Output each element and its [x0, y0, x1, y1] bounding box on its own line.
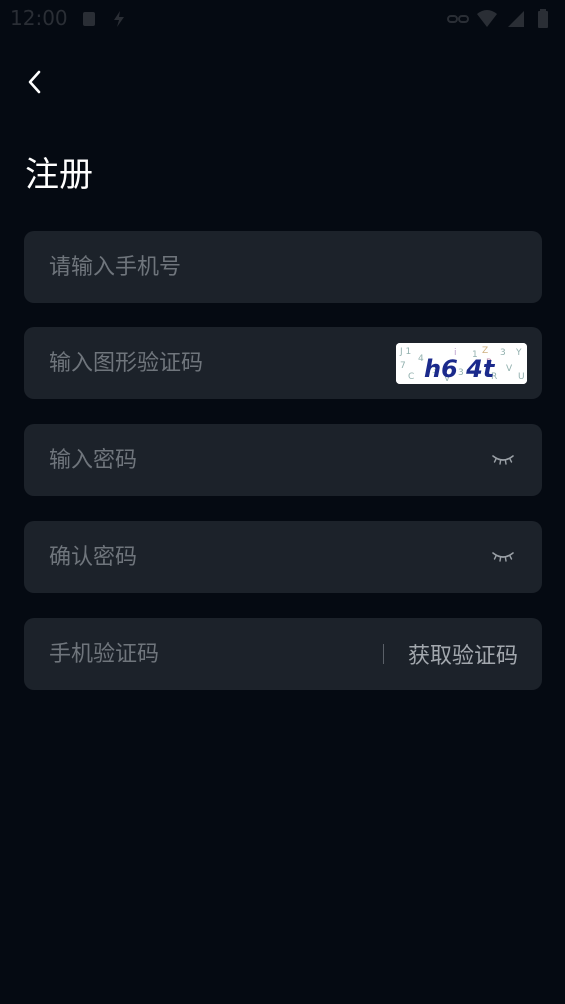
captcha-input[interactable]: [24, 327, 396, 399]
field-divider: [382, 644, 384, 664]
eye-closed-icon: [492, 552, 514, 562]
confirm-password-visibility-toggle[interactable]: [488, 542, 518, 572]
password-field-container: [24, 424, 542, 496]
back-button[interactable]: [14, 62, 54, 102]
confirm-password-field-container: [24, 521, 542, 593]
svg-text:C: C: [408, 372, 414, 382]
password-input[interactable]: [24, 424, 488, 496]
eye-closed-icon: [492, 455, 514, 465]
status-time: 12:00: [10, 6, 68, 30]
wifi-icon: [477, 9, 497, 27]
page-title: 注册: [25, 155, 93, 195]
svg-text:3: 3: [500, 348, 506, 358]
svg-text:7: 7: [400, 361, 406, 371]
svg-text:V: V: [506, 364, 513, 374]
battery-icon: [537, 9, 555, 28]
phone-field-container: [24, 231, 542, 303]
link-icon: [447, 9, 469, 27]
captcha-image[interactable]: J 1 7 C 4 i 3 1 Z R R 3 V Y U 3 V h6 4t: [396, 342, 527, 384]
signal-icon: [507, 9, 525, 27]
status-bar: 12:00: [0, 0, 565, 36]
svg-text:J 1: J 1: [399, 347, 411, 357]
svg-text:Y: Y: [515, 348, 522, 358]
sms-code-field-container: 获取验证码: [24, 618, 542, 690]
captcha-field-container: J 1 7 C 4 i 3 1 Z R R 3 V Y U 3 V h6 4t: [24, 327, 542, 399]
sim-card-icon: [80, 9, 98, 27]
chevron-left-icon: [28, 70, 41, 94]
confirm-password-input[interactable]: [24, 521, 488, 593]
status-left: 12:00: [10, 6, 128, 30]
sms-code-input[interactable]: [24, 618, 383, 690]
password-visibility-toggle[interactable]: [488, 445, 518, 475]
phone-input[interactable]: [24, 231, 542, 303]
get-code-button[interactable]: 获取验证码: [408, 638, 518, 670]
no-notification-icon: [110, 9, 128, 27]
svg-text:U: U: [518, 372, 525, 382]
status-right: [447, 9, 555, 28]
captcha-text: h6 4t: [424, 355, 496, 383]
